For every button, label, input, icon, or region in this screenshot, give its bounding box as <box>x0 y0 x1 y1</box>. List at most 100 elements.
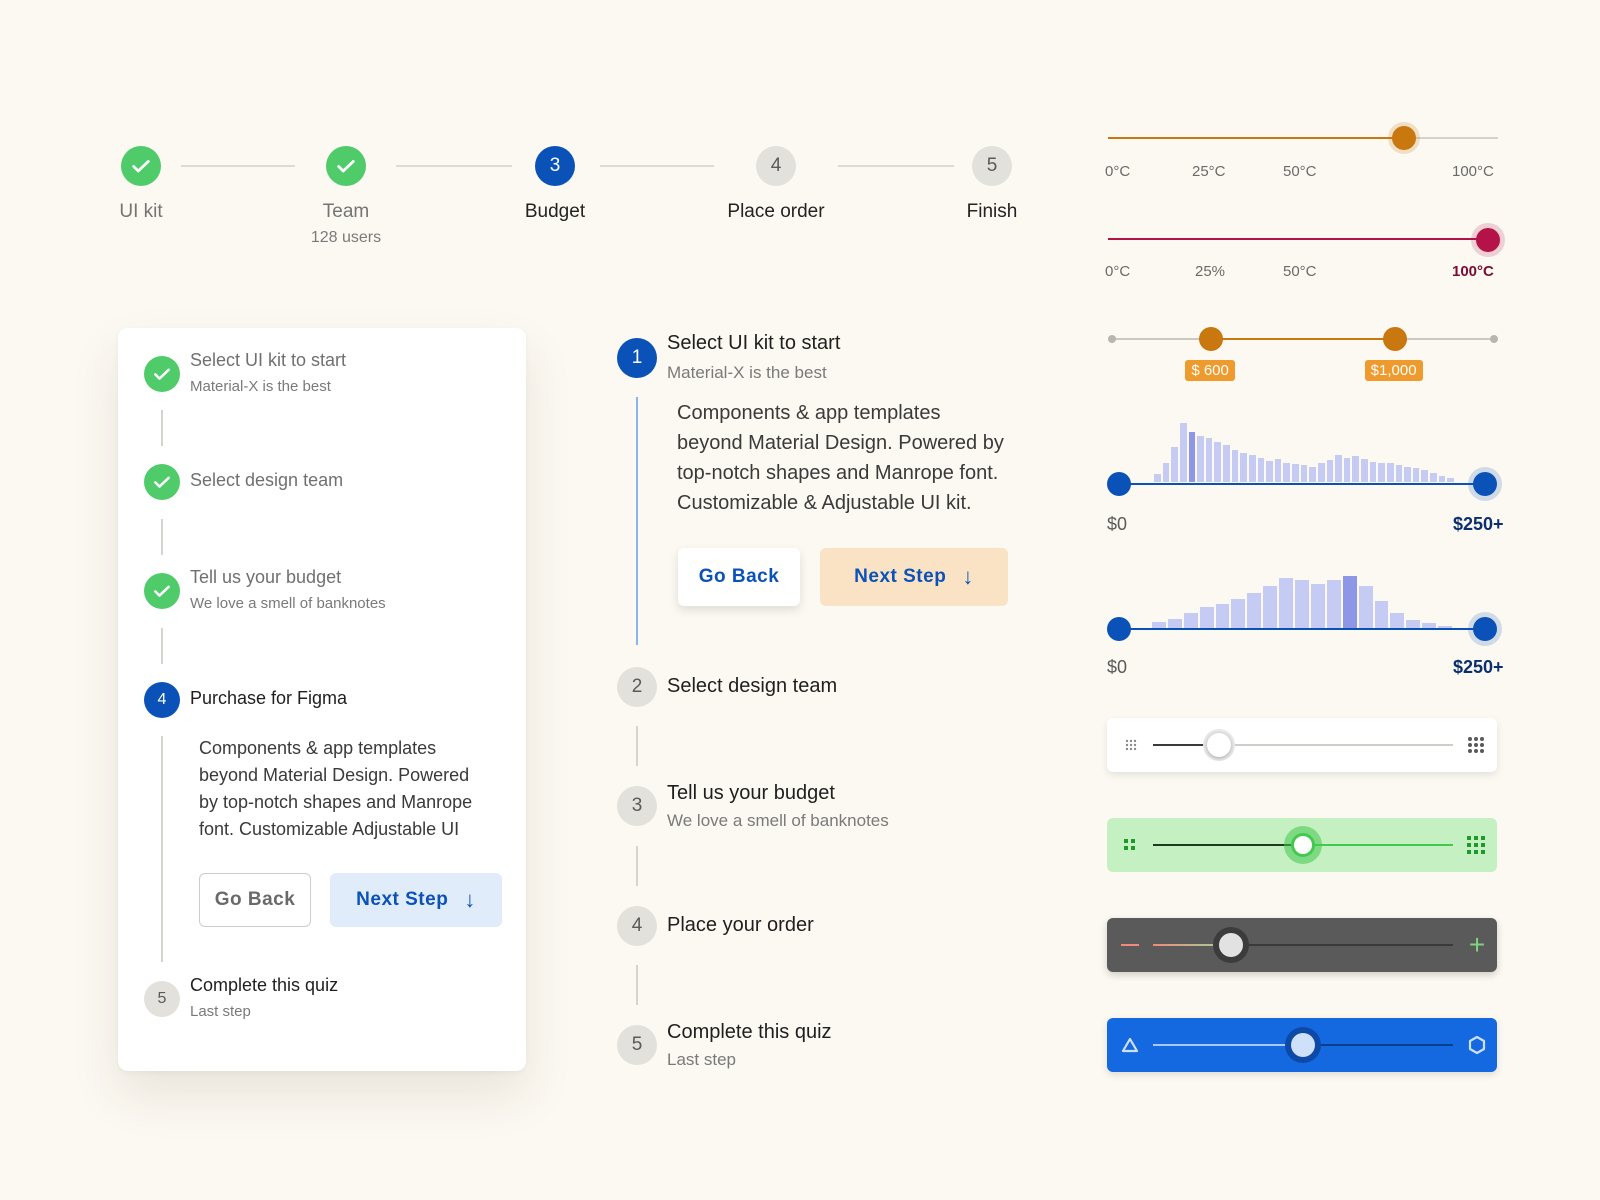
slider-thumb[interactable] <box>1207 733 1231 757</box>
next-step-button[interactable]: Next Step ↓ <box>820 548 1008 606</box>
histogram-bar <box>1430 473 1437 482</box>
step-ui-kit[interactable]: UI kit <box>71 146 211 223</box>
vertical-stepper-card: Select UI kit to start Material-X is the… <box>118 328 526 1071</box>
slider-thumb-low[interactable] <box>1199 327 1224 351</box>
step-title: Complete this quiz <box>667 1021 832 1043</box>
histogram-bar <box>1183 612 1198 628</box>
grid-large-icon <box>1468 737 1484 753</box>
track-end-dot <box>1490 335 1498 343</box>
histogram-bar <box>1257 457 1265 482</box>
tick-label: 100°C <box>1452 263 1494 280</box>
max-label: $250+ <box>1453 514 1504 534</box>
step-number: 4 <box>756 146 796 186</box>
histogram-bar <box>1369 461 1377 482</box>
step-description: Components & app templates beyond Materi… <box>199 735 519 843</box>
slider-fill <box>1153 1044 1303 1046</box>
step-subtitle: We love a smell of banknotes <box>667 811 889 830</box>
discrete-slider-light[interactable] <box>1107 718 1497 772</box>
histogram-bar <box>1361 458 1368 482</box>
slider-thumb[interactable] <box>1476 228 1500 252</box>
step-subtitle: We love a smell of banknotes <box>190 595 386 612</box>
slider-thumb-max[interactable] <box>1473 617 1497 641</box>
next-step-button[interactable]: Next Step ↓ <box>330 873 502 927</box>
tick-label: 50°C <box>1283 163 1317 180</box>
card-step-5[interactable]: 5 Complete this quiz Last step <box>144 975 338 1020</box>
go-back-button[interactable]: Go Back <box>199 873 311 927</box>
step-connector <box>636 965 638 1005</box>
step-subtitle: Material-X is the best <box>190 378 331 395</box>
button-label: Go Back <box>698 566 780 587</box>
histogram-bar <box>1231 450 1239 482</box>
slider-thumb-min[interactable] <box>1107 617 1131 641</box>
step-number: 3 <box>617 786 657 826</box>
histogram-bar <box>1309 466 1316 482</box>
step-title: Purchase for Figma <box>190 688 348 708</box>
slider-thumb-max[interactable] <box>1473 472 1497 496</box>
step-title: Complete this quiz <box>190 975 339 995</box>
middle-step-3[interactable]: 3 Tell us your budget We love a smell of… <box>617 782 889 830</box>
step-number: 4 <box>617 906 657 946</box>
histogram-bar <box>1279 578 1294 628</box>
histogram-bar <box>1421 470 1429 482</box>
step-team[interactable]: Team 128 users <box>276 146 416 247</box>
card-step-3[interactable]: Tell us your budget We love a smell of b… <box>144 567 386 612</box>
step-label: Finish <box>966 201 1018 222</box>
step-label: UI kit <box>119 201 163 222</box>
step-finish[interactable]: 5 Finish <box>922 146 1062 223</box>
step-number: 5 <box>972 146 1012 186</box>
card-step-1[interactable]: Select UI kit to start Material-X is the… <box>144 350 346 395</box>
slider-fill <box>1118 628 1486 630</box>
step-budget[interactable]: 3 Budget <box>485 146 625 223</box>
go-back-button[interactable]: Go Back <box>678 548 800 606</box>
histogram-bar <box>1395 465 1403 482</box>
histogram-bar <box>1162 462 1170 482</box>
histogram-bar <box>1374 601 1389 628</box>
card-step-2[interactable]: Select design team <box>144 464 343 500</box>
histogram-bar <box>1171 446 1178 482</box>
card-step-4[interactable]: 4 Purchase for Figma <box>144 682 347 718</box>
histogram-bar <box>1386 462 1394 482</box>
button-label: Go Back <box>214 889 296 910</box>
slider-thumb-min[interactable] <box>1107 472 1131 496</box>
tick-label: 50°C <box>1283 263 1317 280</box>
discrete-slider-blue[interactable] <box>1107 1018 1497 1072</box>
histogram-bar <box>1343 457 1351 482</box>
step-connector <box>161 736 163 962</box>
histogram-bar <box>1263 586 1278 628</box>
slider-thumb[interactable] <box>1291 833 1315 857</box>
histogram-bar <box>1404 466 1411 482</box>
middle-step-1[interactable]: 1 Select UI kit to start Material-X is t… <box>617 332 840 382</box>
middle-step-2[interactable]: 2 Select design team <box>617 667 837 707</box>
discrete-slider-green[interactable] <box>1107 818 1497 872</box>
step-connector <box>161 410 163 446</box>
histogram-bar <box>1266 460 1273 482</box>
slider-thumb-high[interactable] <box>1382 327 1407 351</box>
step-number: 2 <box>617 667 657 707</box>
tick-label: 25% <box>1195 263 1226 280</box>
hexagon-icon <box>1468 1035 1486 1055</box>
histogram-bar <box>1214 442 1222 482</box>
histogram-bar <box>1300 465 1308 482</box>
histogram-bar <box>1199 607 1214 628</box>
button-label: Next Step <box>854 566 947 587</box>
step-place-order[interactable]: 4 Place order <box>706 146 846 223</box>
step-title: Select UI kit to start <box>190 350 347 370</box>
discrete-slider-dark[interactable]: + <box>1107 918 1497 972</box>
step-title: Tell us your budget <box>190 567 342 587</box>
slider-thumb[interactable] <box>1219 933 1243 957</box>
histogram-bar <box>1390 612 1405 628</box>
middle-step-4[interactable]: 4 Place your order <box>617 906 814 946</box>
histogram-bar <box>1197 435 1204 482</box>
middle-step-5[interactable]: 5 Complete this quiz Last step <box>617 1021 832 1069</box>
min-label: $0 <box>1107 657 1128 677</box>
step-number: 4 <box>144 682 180 718</box>
histogram-bar <box>1352 456 1360 482</box>
minus-icon <box>1121 944 1139 946</box>
step-subtitle: Last step <box>190 1003 251 1020</box>
step-connector <box>161 628 163 664</box>
tick-label: 25°C <box>1192 163 1226 180</box>
description-line: Components & app templates <box>199 738 437 758</box>
step-sublabel: 128 users <box>310 229 382 246</box>
histogram-bar <box>1292 464 1299 482</box>
slider-thumb[interactable] <box>1291 1033 1315 1057</box>
